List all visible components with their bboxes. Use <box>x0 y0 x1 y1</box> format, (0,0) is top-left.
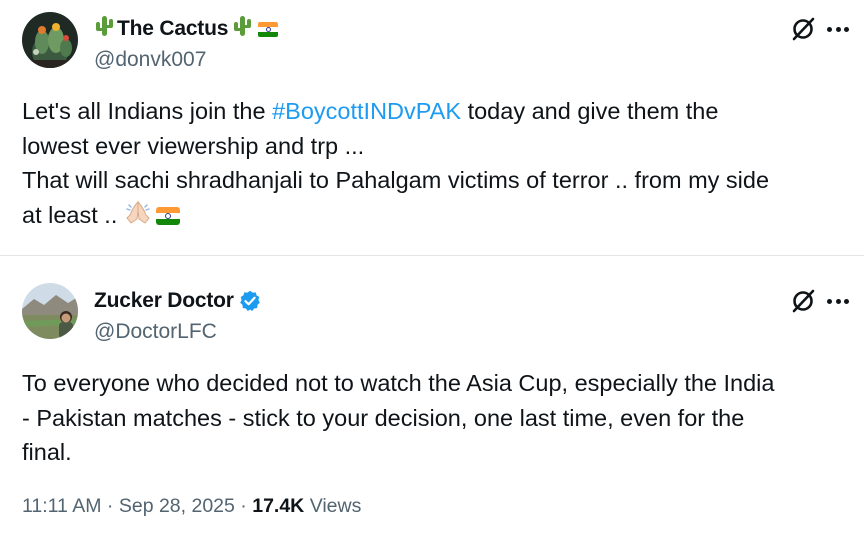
tweet-text-line: To everyone who decided not to watch the… <box>22 370 775 396</box>
cactus-avatar-icon[interactable] <box>22 12 78 68</box>
tweet-text-line: final. <box>22 439 72 465</box>
more-options-icon[interactable] <box>824 16 852 42</box>
user-handle[interactable]: @donvk007 <box>94 48 278 74</box>
tweet-text: To everyone who decided not to watch the… <box>22 366 852 470</box>
tweet-time[interactable]: 11:11 AM <box>22 495 102 517</box>
views-label: Views <box>309 495 362 517</box>
meta-separator: · <box>106 495 114 517</box>
tweet-text: Let's all Indians join the #BoycottINDvP… <box>22 94 852 234</box>
india-flag-icon <box>258 21 279 37</box>
display-name[interactable]: Zucker Doctor <box>94 289 234 313</box>
tweet-text-line: - Pakistan matches - stick to your decis… <box>22 404 745 431</box>
grok-icon[interactable] <box>790 16 816 42</box>
tweet-text-segment: Let's all Indians join the <box>22 98 273 124</box>
hashtag-link[interactable]: #BoycottINDvPAK <box>272 98 461 124</box>
cactus-icon <box>94 14 114 44</box>
more-options-icon[interactable] <box>824 288 852 314</box>
tweet-metadata: 11:11 AM · Sep 28, 2025 · 17.4K Views <box>22 495 361 518</box>
folded-hands-icon <box>124 199 152 235</box>
tweet-text-segment: today and give them the <box>461 98 719 124</box>
verified-badge-icon <box>239 290 261 312</box>
tweet-date[interactable]: Sep 28, 2025 <box>119 495 235 517</box>
grok-icon[interactable] <box>790 288 816 314</box>
tweet-text-line: That will sachi shradhanjali to Pahalgam… <box>22 167 770 193</box>
views-count[interactable]: 17.4K <box>252 495 304 517</box>
user-handle[interactable]: @DoctorLFC <box>94 320 261 346</box>
display-name[interactable]: The Cactus <box>117 17 228 41</box>
main-tweet[interactable]: Zucker Doctor @DoctorLFC To everyone who… <box>0 255 864 540</box>
tweet-text-line: lowest ever viewership and trp ... <box>22 132 365 159</box>
india-flag-icon <box>155 207 180 226</box>
display-name-row[interactable]: Zucker Doctor <box>94 288 261 314</box>
cactus-icon <box>232 14 252 44</box>
landscape-avatar-icon[interactable] <box>22 283 78 339</box>
tweet-text-line: at least .. <box>22 201 124 228</box>
display-name-row[interactable]: The Cactus <box>94 14 279 44</box>
quoted-tweet[interactable]: The Cactus @donvk007 Let's all Indians j… <box>0 0 864 255</box>
meta-separator: · <box>240 495 247 517</box>
